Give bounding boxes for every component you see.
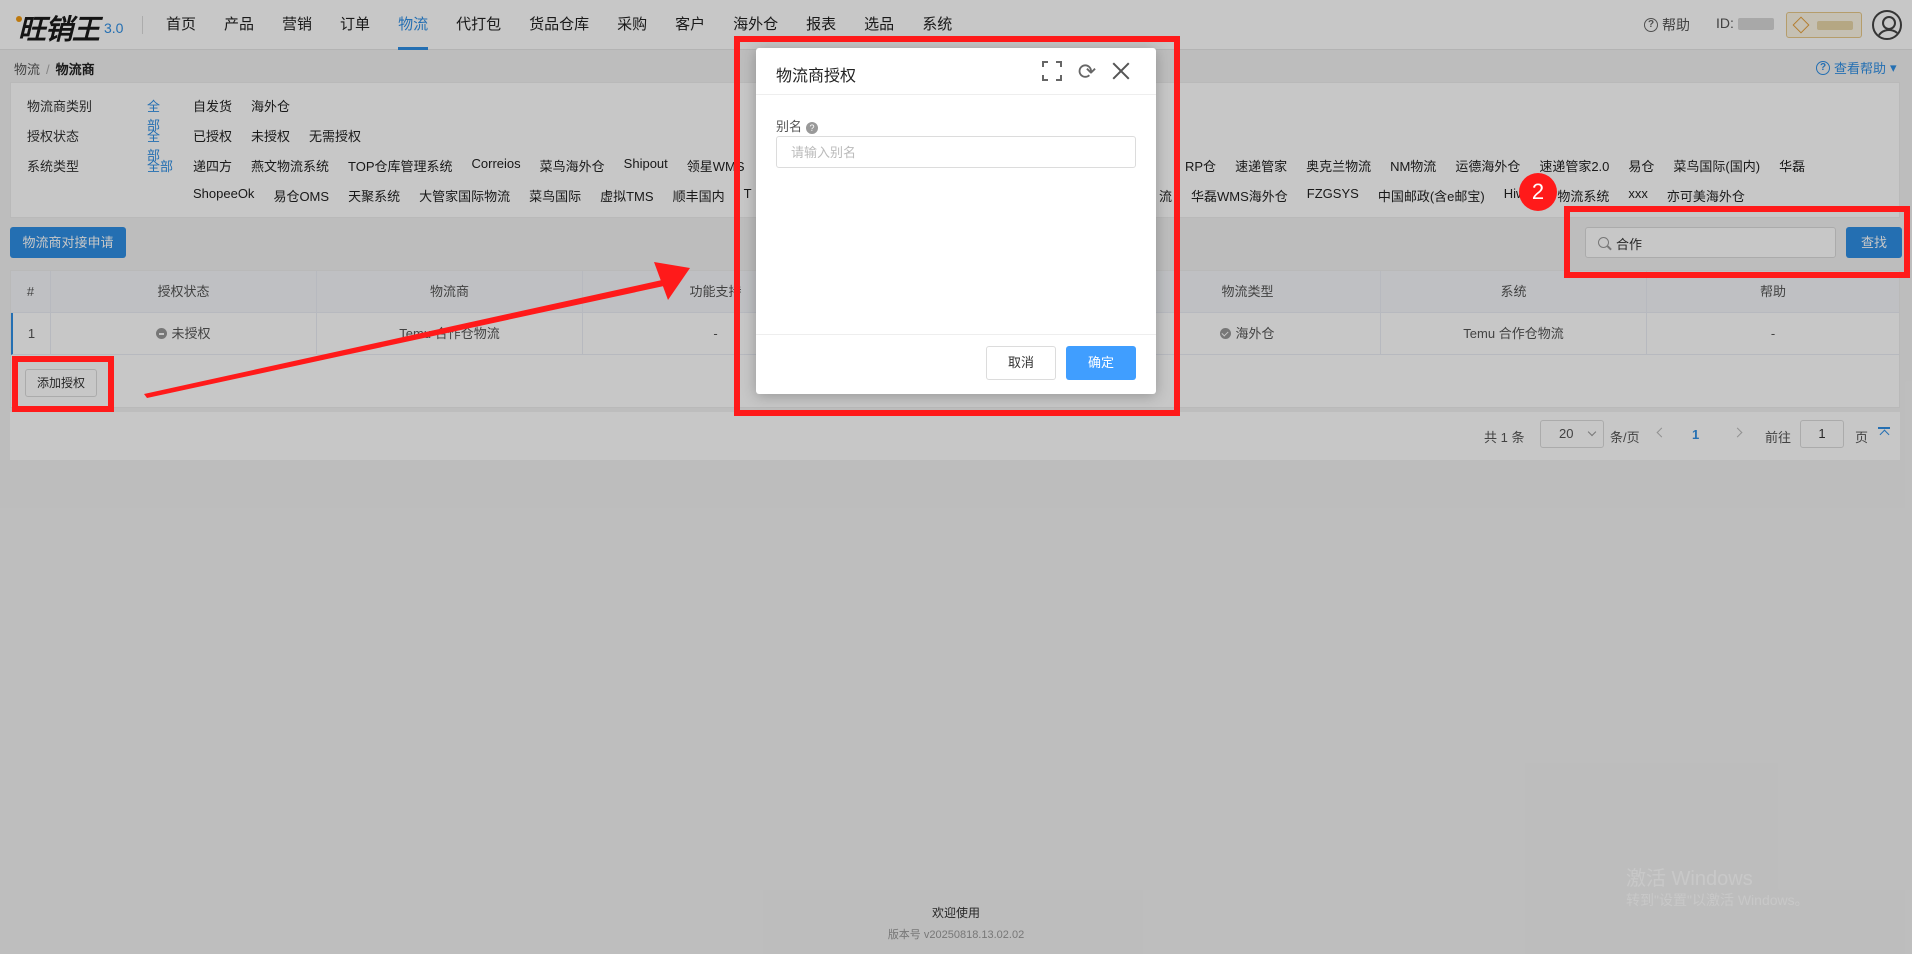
annotation-arrow-shaft [144, 280, 664, 398]
annotation-arrow [144, 262, 690, 398]
